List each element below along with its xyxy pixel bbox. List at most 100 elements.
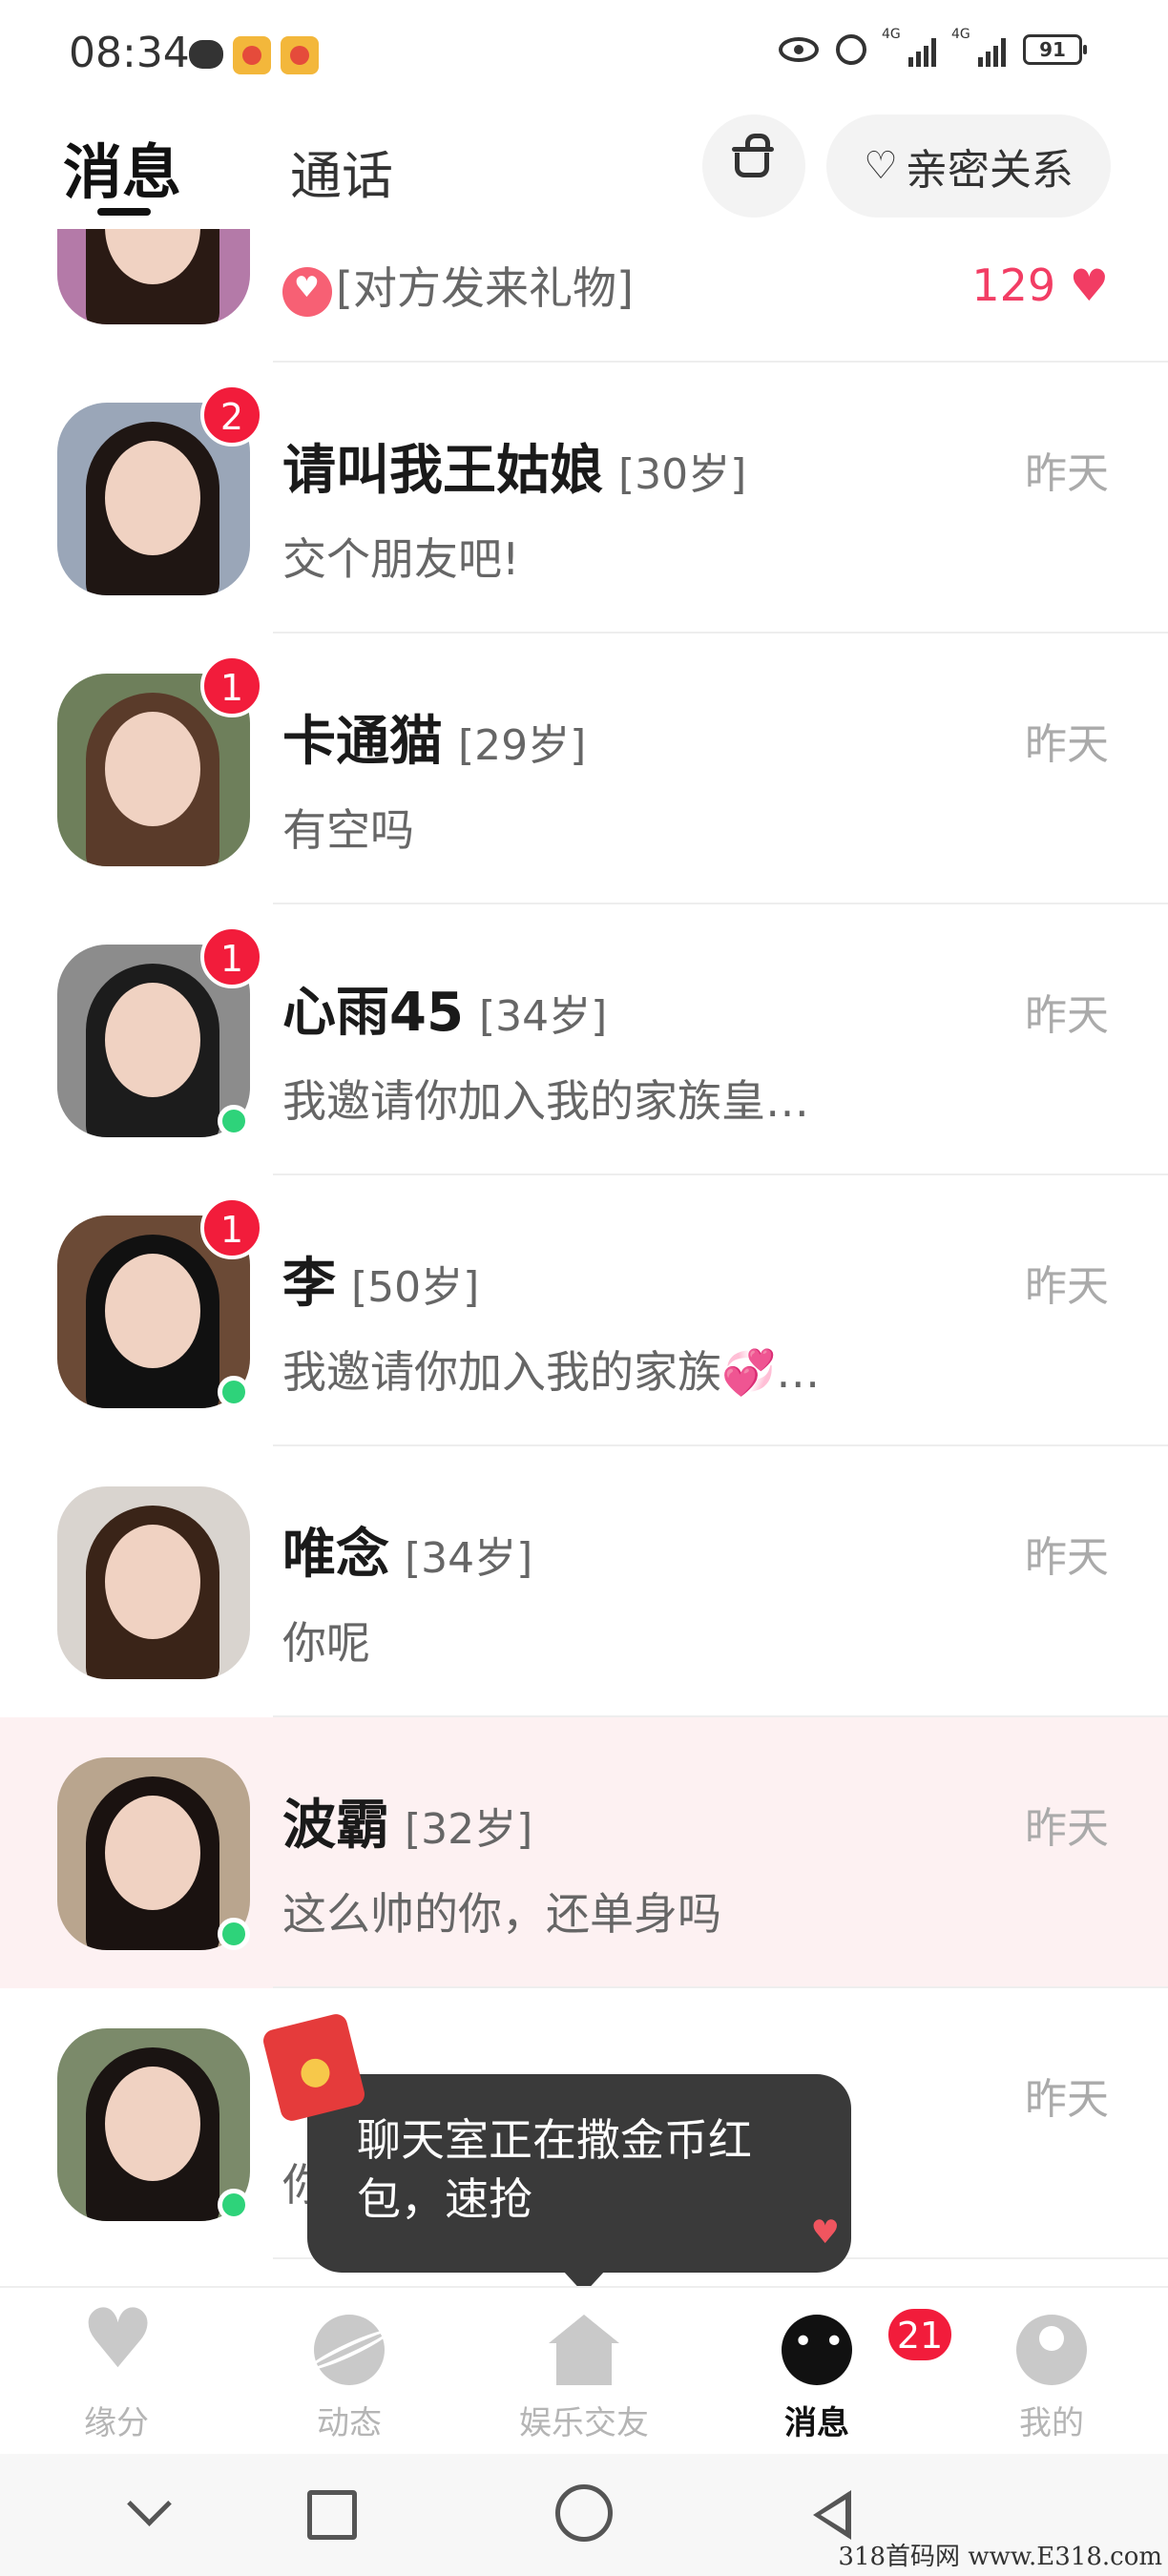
contact-name-text: 卡通猫 — [282, 711, 443, 773]
message-preview: 我邀请你加入我的家族皇… — [282, 1067, 809, 1130]
online-status-dot — [218, 1105, 250, 1137]
contact-name-text: 波霸 — [282, 1795, 389, 1857]
message-preview: 有空吗 — [282, 796, 414, 859]
home-button[interactable] — [555, 2484, 613, 2542]
basket-icon — [732, 134, 774, 177]
alarm-icon — [836, 34, 866, 65]
tab-messages[interactable]: 消息 — [63, 124, 181, 210]
nav-label: 我的 — [1019, 2404, 1084, 2442]
message-preview-text: 有空吗 — [282, 804, 414, 856]
contact-age: [34岁] — [478, 992, 608, 1041]
chat-bubble-icon: 21 — [782, 2305, 955, 2385]
nav-label: 消息 — [784, 2404, 849, 2442]
contact-name: 唯念 [34岁] — [282, 1511, 532, 1589]
house-icon — [549, 2315, 619, 2385]
watermark: 318首码网 www.E318.com — [838, 2543, 1162, 2571]
message-preview-text: 我邀请你加入我的家族💞… — [282, 1346, 821, 1398]
tooltip-text: 聊天室正在撒金币红包，速抢 — [357, 2114, 752, 2225]
tab-active-indicator — [97, 208, 151, 216]
app-notification-icon — [281, 36, 319, 74]
chat-notification-icon — [189, 40, 223, 69]
conversation-row[interactable]: 波霸 [32岁] 昨天这么帅的你，还单身吗 — [0, 1717, 1168, 1988]
nav-item[interactable]: 21 消息 — [731, 2305, 955, 2443]
unread-badge: 1 — [200, 1196, 263, 1259]
contact-name: 心雨45 [34岁] — [282, 969, 607, 1047]
tab-calls[interactable]: 通话 — [290, 134, 393, 209]
basket-button[interactable] — [702, 114, 805, 218]
nav-item[interactable]: 缘分 — [31, 2292, 202, 2443]
message-time: 昨天 — [1025, 1262, 1109, 1311]
unread-badge: 1 — [200, 925, 263, 988]
online-status-dot — [218, 2189, 250, 2221]
conversation-row[interactable]: 1 心雨45 [34岁] 昨天我邀请你加入我的家族皇… — [0, 904, 1168, 1175]
status-indicators: 4G 4G 91 — [779, 27, 1087, 67]
contact-name-text: 请叫我王姑娘 — [282, 440, 603, 502]
nav-item[interactable]: 娱乐交友 — [498, 2315, 670, 2443]
nav-label: 动态 — [317, 2404, 382, 2442]
recents-button[interactable] — [307, 2490, 357, 2540]
message-time: 昨天 — [1025, 449, 1109, 498]
conversation-row[interactable]: 清风微醉38[30岁]昨天[对方发来礼物]129 ♥ — [0, 229, 1168, 363]
contact-name: 波霸 [32岁] — [282, 1782, 532, 1859]
message-preview: 我邀请你加入我的家族💞… — [282, 1338, 820, 1401]
contact-age: [32岁] — [405, 1805, 533, 1854]
message-preview: 这么帅的你，还单身吗 — [282, 1880, 721, 1942]
conversation-row[interactable]: 2 请叫我王姑娘 [30岁] 昨天交个朋友吧! — [0, 363, 1168, 634]
header: 消息 通话 ♡ 亲密关系 — [0, 114, 1168, 229]
message-time: 昨天 — [1025, 2075, 1109, 2124]
nav-label: 娱乐交友 — [519, 2404, 649, 2442]
avatar[interactable] — [57, 229, 250, 324]
intimate-relationship-button[interactable]: ♡ 亲密关系 — [826, 114, 1111, 218]
online-status-dot — [218, 1376, 250, 1408]
contact-name: 请叫我王姑娘 [30岁] — [282, 427, 746, 505]
contact-age: [34岁] — [405, 1534, 533, 1583]
conversation-row[interactable]: 1 卡通猫 [29岁] 昨天有空吗 — [0, 634, 1168, 904]
bottom-navigation: 缘分 动态 娱乐交友 21 消息 我的 — [0, 2286, 1168, 2454]
conversation-row[interactable]: 1 李 [50岁] 昨天我邀请你加入我的家族💞… — [0, 1175, 1168, 1446]
nav-item[interactable]: 我的 — [966, 2315, 1137, 2443]
message-time: 昨天 — [1025, 720, 1109, 769]
message-preview: 你呢 — [282, 1609, 370, 1672]
heart-outline-icon: ♡ — [864, 144, 898, 188]
unread-badge: 2 — [200, 384, 263, 447]
contact-name: 清风微醉38[30岁] — [282, 229, 714, 234]
contact-name-text: 清风微醉38 — [282, 229, 571, 231]
message-preview-text: 这么帅的你，还单身吗 — [282, 1888, 721, 1940]
red-packet-tooltip[interactable]: 聊天室正在撒金币红包，速抢 ♥ — [307, 2074, 851, 2294]
intimate-relationship-label: 亲密关系 — [905, 146, 1074, 195]
gift-icon — [282, 266, 332, 317]
message-time: 昨天 — [1025, 1804, 1109, 1853]
message-preview-text: [对方发来礼物] — [336, 262, 634, 314]
contact-name: 李 [50岁] — [282, 1240, 479, 1318]
intimacy-value: 129 — [971, 260, 1056, 311]
chevron-down-icon[interactable] — [120, 2484, 177, 2542]
contact-name-text: 心雨45 — [282, 982, 464, 1044]
intimacy-heart-icon: ♥ — [1055, 260, 1109, 311]
message-preview-text: 交个朋友吧! — [282, 533, 520, 585]
unread-badge: 1 — [200, 654, 263, 717]
app-notification-icon — [233, 36, 271, 74]
contact-name: 卡通猫 [29岁] — [282, 698, 586, 776]
hearts-icon: ♥ — [810, 2213, 840, 2252]
message-time: 昨天 — [1025, 1533, 1109, 1582]
contact-age: [29岁] — [458, 721, 587, 770]
contact-name-text: 唯念 — [282, 1524, 389, 1586]
message-preview-text: 你呢 — [282, 1617, 370, 1669]
avatar[interactable] — [57, 1757, 250, 1950]
heart-icon — [81, 2292, 155, 2387]
conversation-row[interactable]: 唯念 [34岁] 昨天你呢 — [0, 1446, 1168, 1717]
message-time: 昨天 — [1025, 991, 1109, 1040]
message-preview: [对方发来礼物] — [282, 254, 634, 317]
contact-name-text: 李 — [282, 1253, 336, 1315]
message-preview: 交个朋友吧! — [282, 525, 519, 588]
message-preview-text: 我邀请你加入我的家族皇… — [282, 1075, 809, 1127]
eye-icon — [779, 37, 819, 62]
signal-icon: 4G — [882, 27, 936, 67]
nav-item[interactable]: 动态 — [263, 2315, 435, 2443]
avatar[interactable] — [57, 1486, 250, 1679]
intimacy-score: 129 ♥ — [971, 260, 1109, 311]
back-button[interactable] — [805, 2484, 863, 2542]
conversation-list[interactable]: 清风微醉38[30岁] 昨天 [对方发来礼物] 129 ♥ 2 请叫我王姑娘 [30岁] 昨天… — [0, 229, 1168, 2286]
planet-icon — [314, 2315, 385, 2385]
avatar[interactable] — [57, 2028, 250, 2221]
